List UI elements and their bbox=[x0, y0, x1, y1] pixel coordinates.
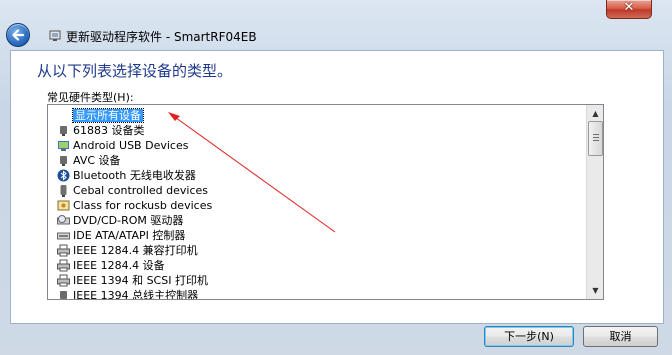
list-item-label: Cebal controlled devices bbox=[73, 184, 209, 197]
device-icon bbox=[57, 109, 70, 122]
list-item-label: IEEE 1284.4 兼容打印机 bbox=[73, 244, 198, 257]
device-icon bbox=[57, 124, 70, 137]
back-arrow-icon bbox=[12, 29, 25, 41]
list-item-label: DVD/CD-ROM 驱动器 bbox=[73, 214, 184, 227]
list-item[interactable]: Cebal controlled devices bbox=[48, 183, 586, 198]
list-item-label: IDE ATA/ATAPI 控制器 bbox=[73, 229, 186, 242]
close-icon: ✕ bbox=[623, 0, 635, 15]
list-item[interactable]: IEEE 1284.4 设备 bbox=[48, 258, 586, 273]
android-usb-icon bbox=[57, 139, 70, 152]
back-button[interactable] bbox=[6, 23, 30, 47]
list-item-label: IEEE 1284.4 设备 bbox=[73, 259, 165, 272]
close-button[interactable]: ✕ bbox=[606, 0, 652, 19]
device-icon bbox=[57, 154, 70, 167]
list-item[interactable]: Android USB Devices bbox=[48, 138, 586, 153]
vertical-scrollbar[interactable]: ▲ ▼ bbox=[586, 105, 603, 299]
list-item[interactable]: Bluetooth 无线电收发器 bbox=[48, 168, 586, 183]
cancel-button[interactable]: 取消 bbox=[583, 326, 658, 347]
list-items: 显示所有设备 61883 设备类 Android USB Devices AVC 设备… bbox=[48, 105, 586, 299]
printer-icon bbox=[57, 259, 70, 272]
hardware-type-list[interactable]: 显示所有设备 61883 设备类 Android USB Devices AVC 设备… bbox=[47, 104, 604, 300]
instruction-heading: 从以下列表选择设备的类型。 bbox=[37, 62, 233, 80]
usb-device-icon bbox=[57, 184, 70, 197]
list-item-label: IEEE 1394 总线主控制器 bbox=[73, 289, 199, 299]
list-item-label: Bluetooth 无线电收发器 bbox=[73, 169, 196, 182]
window-title: 更新驱动程序软件 - SmartRF04EB bbox=[66, 30, 257, 44]
list-item[interactable]: IEEE 1284.4 兼容打印机 bbox=[48, 243, 586, 258]
list-item-label: 61883 设备类 bbox=[73, 124, 145, 137]
list-item-label: 显示所有设备 bbox=[72, 108, 144, 123]
printer-icon bbox=[57, 274, 70, 287]
list-item-label: Android USB Devices bbox=[73, 139, 189, 152]
scroll-down-icon[interactable]: ▼ bbox=[588, 283, 603, 298]
bluetooth-icon bbox=[57, 169, 70, 182]
list-item[interactable]: IEEE 1394 总线主控制器 bbox=[48, 288, 586, 299]
next-button[interactable]: 下一步(N) bbox=[484, 326, 574, 347]
wizard-header: 更新驱动程序软件 - SmartRF04EB bbox=[0, 20, 672, 50]
rockusb-icon bbox=[57, 199, 70, 212]
list-label: 常见硬件类型(H): bbox=[47, 91, 134, 104]
list-item[interactable]: AVC 设备 bbox=[48, 153, 586, 168]
scroll-up-icon[interactable]: ▲ bbox=[588, 106, 603, 121]
list-item-label: IEEE 1394 和 SCSI 打印机 bbox=[73, 274, 208, 287]
scroll-thumb[interactable] bbox=[588, 121, 603, 156]
list-item[interactable]: 61883 设备类 bbox=[48, 123, 586, 138]
device-manager-icon bbox=[49, 30, 61, 41]
dvd-drive-icon bbox=[57, 214, 70, 227]
list-item[interactable]: 显示所有设备 bbox=[48, 108, 586, 123]
ide-controller-icon bbox=[57, 229, 70, 242]
list-item-label: Class for rockusb devices bbox=[73, 199, 213, 212]
list-item[interactable]: IEEE 1394 和 SCSI 打印机 bbox=[48, 273, 586, 288]
device-icon bbox=[57, 289, 70, 299]
list-item[interactable]: IDE ATA/ATAPI 控制器 bbox=[48, 228, 586, 243]
list-item[interactable]: DVD/CD-ROM 驱动器 bbox=[48, 213, 586, 228]
list-item-label: AVC 设备 bbox=[73, 154, 121, 167]
list-item[interactable]: Class for rockusb devices bbox=[48, 198, 586, 213]
printer-icon bbox=[57, 244, 70, 257]
